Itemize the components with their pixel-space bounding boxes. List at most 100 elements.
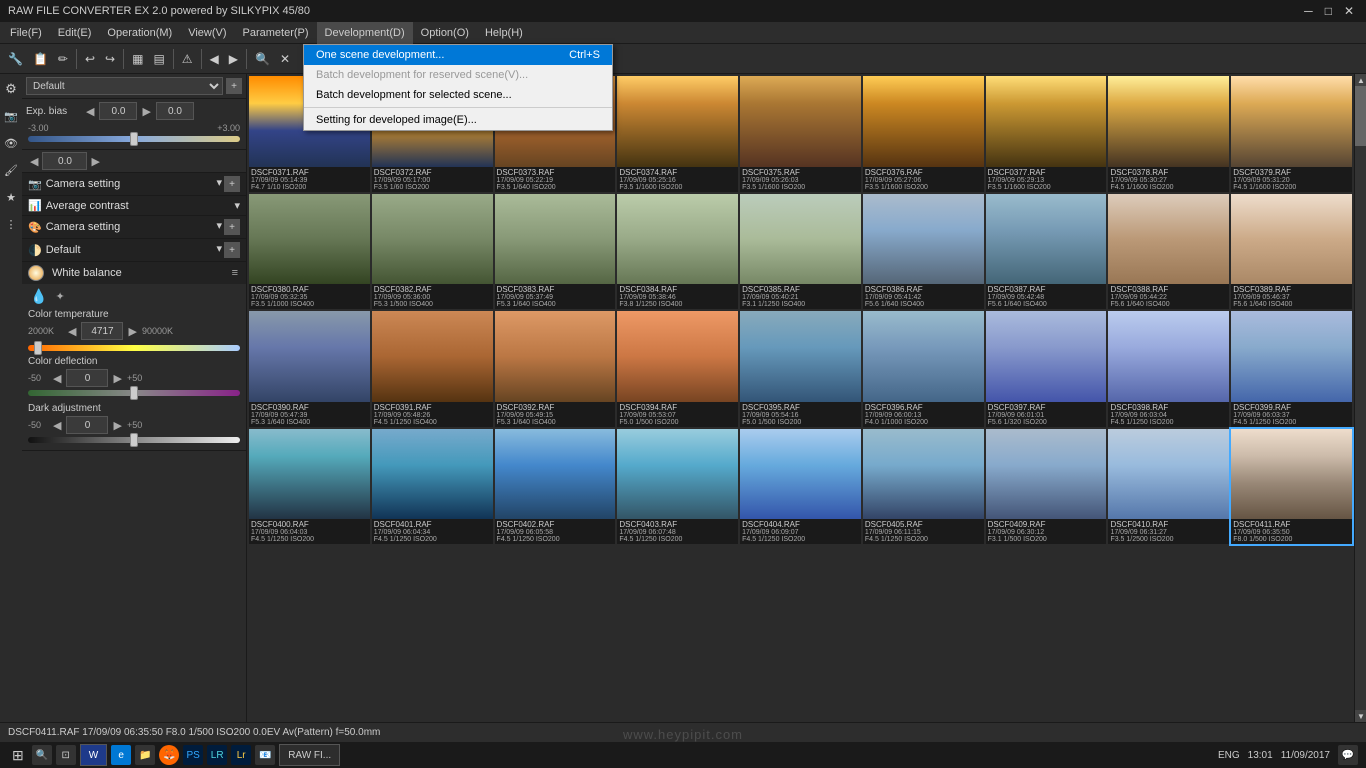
preset-dropdown[interactable]: Default (26, 77, 223, 95)
taskbar-notification[interactable]: 💬 (1338, 745, 1358, 765)
maximize-btn[interactable]: □ (1321, 4, 1336, 18)
thumb-item[interactable]: DSCF0374.RAF 17/09/09 05:25:16 F3.5 1/16… (617, 76, 738, 192)
taskbar-app-silkypix[interactable]: RAW FI... (279, 744, 340, 766)
thumb-item[interactable]: DSCF0388.RAF 17/09/09 05:44:22 F5.6 1/64… (1108, 194, 1229, 310)
thumb-item[interactable]: DSCF0392.RAF 17/09/09 05:49:15 F5.3 1/64… (495, 311, 616, 427)
taskbar-app-mail[interactable]: 📧 (255, 745, 275, 765)
minimize-btn[interactable]: ─ (1300, 4, 1317, 18)
toolbar-btn-3[interactable]: ✏ (54, 46, 72, 72)
thumb-item[interactable]: DSCF0383.RAF 17/09/09 05:37:49 F5.3 1/64… (495, 194, 616, 310)
thumb-item[interactable]: DSCF0376.RAF 17/09/09 05:27:06 F3.5 1/16… (863, 76, 984, 192)
thumb-item[interactable]: DSCF0389.RAF 17/09/09 05:46:37 F5.6 1/64… (1231, 194, 1352, 310)
menu-development[interactable]: Development(D) (317, 22, 413, 44)
taskbar-app-edge[interactable]: e (111, 745, 131, 765)
dark-adj-slider[interactable] (28, 437, 240, 443)
thumb-item[interactable]: DSCF0385.RAF 17/09/09 05:40:21 F3.1 1/12… (740, 194, 861, 310)
thumb-item[interactable]: DSCF0390.RAF 17/09/09 05:47:39 F5.3 1/64… (249, 311, 370, 427)
exp-slider[interactable] (28, 136, 240, 142)
thumb-item[interactable]: DSCF0410.RAF 17/09/09 06:31:27 F3.5 1/25… (1108, 429, 1229, 545)
toolbar-undo[interactable]: ↩ (81, 46, 99, 72)
start-btn[interactable]: ⊞ (8, 747, 28, 764)
taskbar-app-lr2[interactable]: Lr (231, 745, 251, 765)
menu-file[interactable]: File(F) (2, 22, 50, 44)
color-defl-input[interactable] (66, 369, 108, 387)
thumb-item[interactable]: DSCF0394.RAF 17/09/09 05:53:07 F5.0 1/50… (617, 311, 738, 427)
exp-val1-input[interactable] (99, 102, 137, 120)
thumb-item[interactable]: DSCF0379.RAF 17/09/09 05:31:20 F4.5 1/16… (1231, 76, 1352, 192)
wb-auto-btn[interactable]: ✦ (53, 288, 66, 305)
scroll-thumb[interactable] (1355, 86, 1366, 146)
thumb-item[interactable]: DSCF0384.RAF 17/09/09 05:38:46 F3.8 1/12… (617, 194, 738, 310)
tool-icon-brush[interactable]: 🖌 (0, 157, 22, 183)
expval-input[interactable] (42, 152, 87, 170)
color-add-btn[interactable]: + (224, 219, 240, 235)
thumb-item[interactable]: DSCF0380.RAF 17/09/09 05:32:35 F3.5 1/10… (249, 194, 370, 310)
toolbar-btn-1[interactable]: 🔧 (4, 46, 27, 72)
thumb-item[interactable]: DSCF0377.RAF 17/09/09 05:29:13 F3.5 1/16… (986, 76, 1107, 192)
preset-add-btn[interactable]: + (226, 78, 242, 94)
thumb-item-selected[interactable]: DSCF0411.RAF 17/09/09 06:35:50 F8.0 1/50… (1231, 429, 1352, 545)
thumb-item[interactable]: DSCF0396.RAF 17/09/09 06:00:13 F4.0 1/10… (863, 311, 984, 427)
taskbar-task-view[interactable]: ⊡ (56, 745, 76, 765)
taskbar-app-firefox[interactable]: 🦊 (159, 745, 179, 765)
thumb-item[interactable]: DSCF0409.RAF 17/09/09 06:30:12 F3.1 1/50… (986, 429, 1107, 545)
color-defl-plus-btn[interactable]: ▶ (111, 372, 123, 385)
dark-adj-minus-btn[interactable]: ◀ (51, 419, 63, 432)
thumb-item[interactable]: DSCF0400.RAF 17/09/09 06:04:03 F4.5 1/12… (249, 429, 370, 545)
exp-plus-btn[interactable]: ▶ (140, 105, 152, 118)
thumb-item[interactable]: DSCF0398.RAF 17/09/09 06:03:04 F4.5 1/12… (1108, 311, 1229, 427)
toolbar-prev[interactable]: ◀ (206, 46, 223, 72)
tool-icon-settings[interactable]: ⚙ (1, 76, 21, 102)
tool-icon-camera[interactable]: 📷 (0, 103, 22, 129)
thumb-item[interactable]: DSCF0399.RAF 17/09/09 06:03:37 F4.5 1/12… (1231, 311, 1352, 427)
taskbar-app-word[interactable]: W (80, 744, 107, 766)
wb-eyedropper-btn[interactable]: 💧 (28, 288, 49, 305)
taskbar-app-lr[interactable]: LR (207, 745, 227, 765)
color-temp-plus-btn[interactable]: ▶ (126, 325, 138, 338)
tone-add-btn[interactable]: + (224, 242, 240, 258)
thumb-item[interactable]: DSCF0405.RAF 17/09/09 06:11:15 F4.5 1/12… (863, 429, 984, 545)
wb-expand-btn[interactable]: ≡ (230, 267, 240, 279)
thumb-item[interactable]: DSCF0402.RAF 17/09/09 06:05:58 F4.5 1/12… (495, 429, 616, 545)
expval-plus-btn[interactable]: ▶ (89, 155, 101, 168)
taskbar-app-explorer[interactable]: 📁 (135, 745, 155, 765)
menu-option[interactable]: Option(O) (413, 22, 477, 44)
color-header[interactable]: 🎨 Camera setting ▾ + (22, 216, 246, 238)
dropdown-item-batch-selected[interactable]: Batch development for selected scene... (304, 85, 612, 105)
toolbar-zoom[interactable]: 🔍 (251, 46, 274, 72)
taskbar-search[interactable]: 🔍 (32, 745, 52, 765)
menu-edit[interactable]: Edit(E) (50, 22, 100, 44)
dropdown-item-one-scene[interactable]: One scene development... Ctrl+S (304, 45, 612, 65)
color-defl-slider[interactable] (28, 390, 240, 396)
dropdown-item-batch-reserved[interactable]: Batch development for reserved scene(V).… (304, 65, 612, 85)
menu-help[interactable]: Help(H) (477, 22, 531, 44)
toolbar-close[interactable]: ✕ (276, 46, 294, 72)
color-defl-minus-btn[interactable]: ◀ (51, 372, 63, 385)
thumb-item[interactable]: DSCF0387.RAF 17/09/09 05:42:48 F5.6 1/64… (986, 194, 1107, 310)
menu-operation[interactable]: Operation(M) (99, 22, 180, 44)
toolbar-warn[interactable]: ⚠ (178, 46, 197, 72)
toolbar-grid-1[interactable]: ▦ (128, 46, 147, 72)
color-temp-minus-btn[interactable]: ◀ (66, 325, 78, 338)
thumb-item[interactable]: DSCF0378.RAF 17/09/09 05:30:27 F4.5 1/16… (1108, 76, 1229, 192)
tool-icon-star[interactable]: ★ (2, 184, 20, 210)
thumb-item[interactable]: DSCF0397.RAF 17/09/09 06:01:01 F5.6 1/32… (986, 311, 1107, 427)
taskbar-app-ps[interactable]: PS (183, 745, 203, 765)
thumb-item[interactable]: DSCF0395.RAF 17/09/09 05:54:16 F5.0 1/50… (740, 311, 861, 427)
exp-val2-input[interactable] (156, 102, 194, 120)
toolbar-btn-2[interactable]: 📋 (29, 46, 52, 72)
color-temp-input[interactable] (81, 322, 123, 340)
sharpness-header[interactable]: 📷 Camera setting ▾ + (22, 173, 246, 195)
thumb-item[interactable]: DSCF0375.RAF 17/09/09 05:26:03 F3.5 1/16… (740, 76, 861, 192)
thumb-item[interactable]: DSCF0401.RAF 17/09/09 06:04:34 F4.5 1/12… (372, 429, 493, 545)
thumb-item[interactable]: DSCF0386.RAF 17/09/09 05:41:42 F5.6 1/64… (863, 194, 984, 310)
dark-adj-input[interactable] (66, 416, 108, 434)
scroll-down-btn[interactable]: ▼ (1355, 710, 1366, 722)
thumb-item[interactable]: DSCF0404.RAF 17/09/09 06:09:07 F4.5 1/12… (740, 429, 861, 545)
color-temp-slider[interactable] (28, 345, 240, 351)
scroll-up-btn[interactable]: ▲ (1355, 74, 1366, 86)
expval-minus-btn[interactable]: ◀ (28, 155, 40, 168)
scroll-track[interactable] (1355, 86, 1366, 710)
thumb-item[interactable]: DSCF0403.RAF 17/09/09 06:07:48 F4.5 1/12… (617, 429, 738, 545)
dropdown-item-setting-developed[interactable]: Setting for developed image(E)... (304, 110, 612, 130)
